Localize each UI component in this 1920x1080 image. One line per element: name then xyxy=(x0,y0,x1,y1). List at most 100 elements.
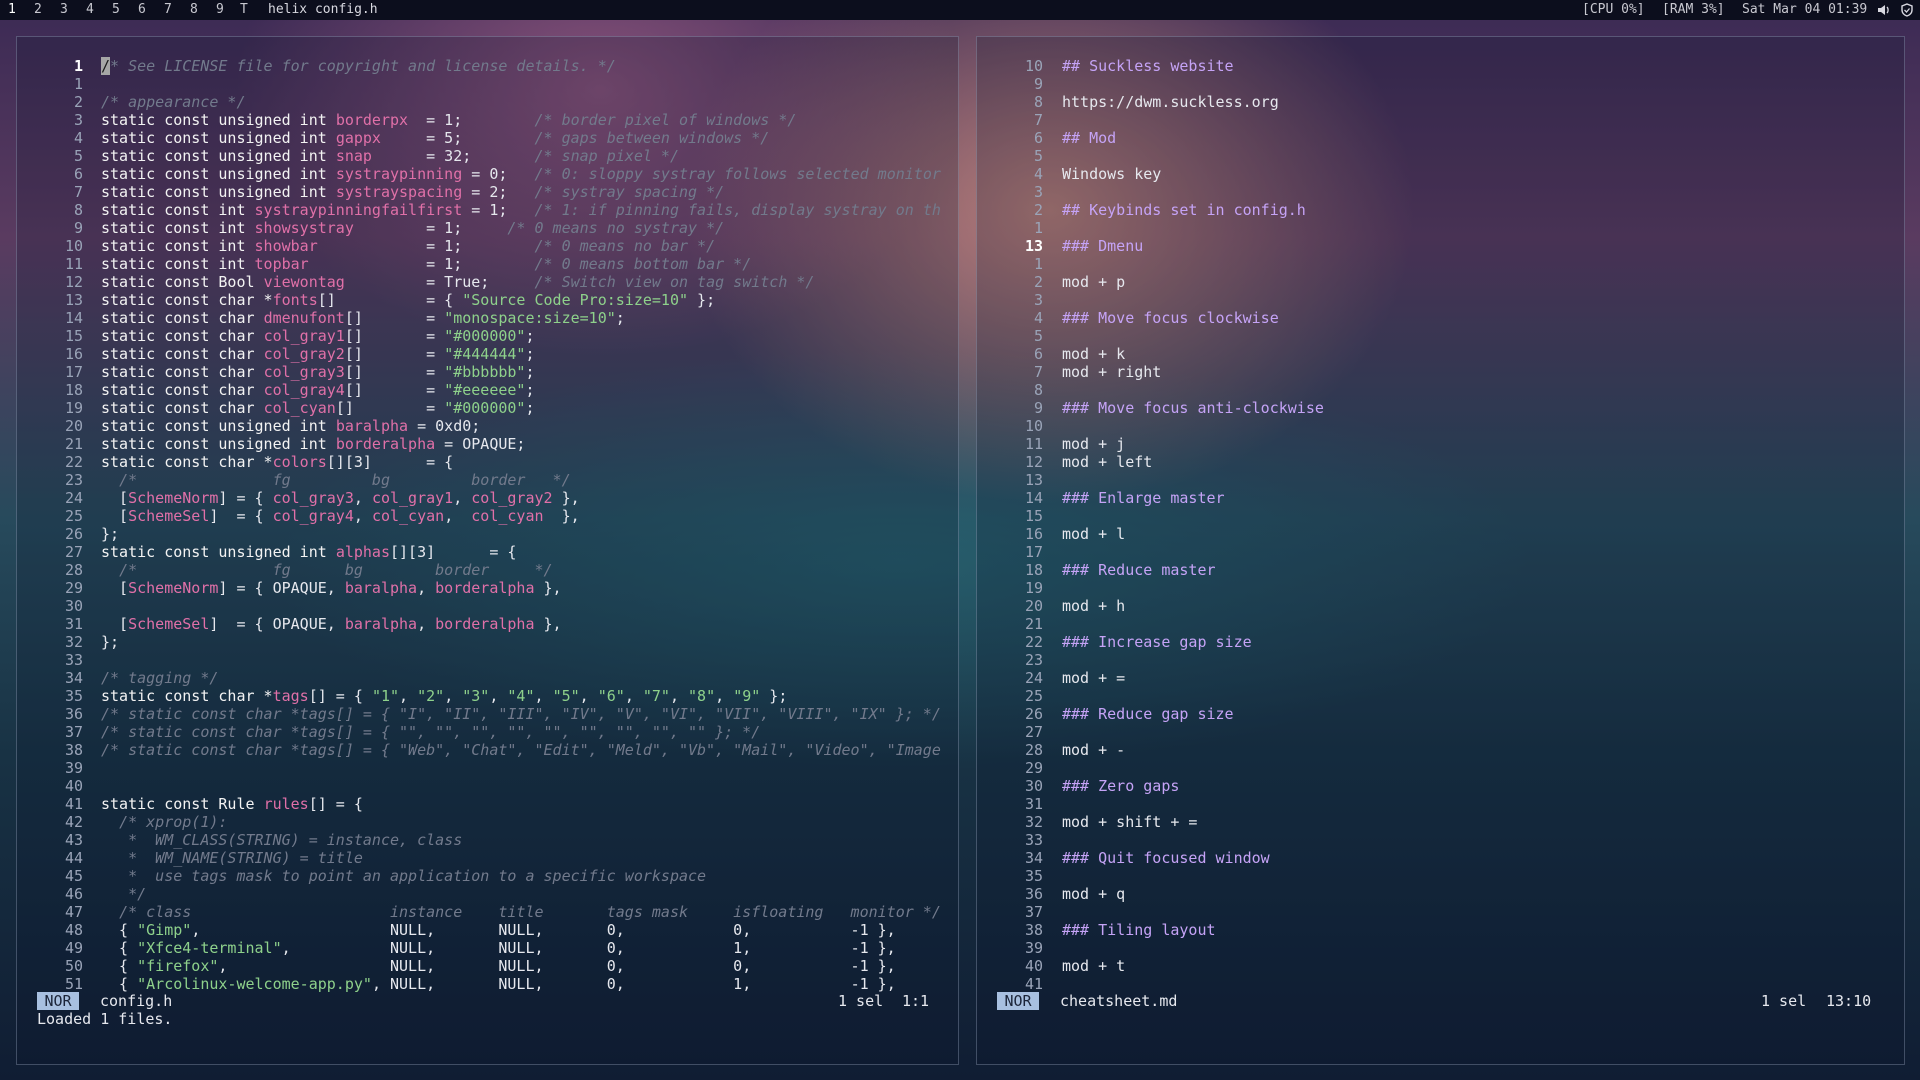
code-line[interactable]: 9 static const int showsystray = 1; /* 0 … xyxy=(17,219,958,237)
code-line[interactable]: 24 mod + = xyxy=(977,669,1904,687)
code-line[interactable]: 1 xyxy=(17,75,958,93)
layout-indicator[interactable]: T xyxy=(240,0,248,20)
shield-icon[interactable] xyxy=(1900,3,1914,17)
code-line[interactable]: 29 [SchemeNorm] = { OPAQUE, baralpha, bo… xyxy=(17,579,958,597)
code-line[interactable]: 1 xyxy=(977,219,1904,237)
code-line[interactable]: 33 xyxy=(977,831,1904,849)
code-line[interactable]: 38 /* static const char *tags[] = { "Web"… xyxy=(17,741,958,759)
code-line[interactable]: 38 ### Tiling layout xyxy=(977,921,1904,939)
code-line[interactable]: 4 Windows key xyxy=(977,165,1904,183)
code-line[interactable]: 14 ### Enlarge master xyxy=(977,489,1904,507)
code-line[interactable]: 40 mod + t xyxy=(977,957,1904,975)
code-line[interactable]: 34 ### Quit focused window xyxy=(977,849,1904,867)
code-line[interactable]: 4 static const unsigned int gappx = 5; /*… xyxy=(17,129,958,147)
code-line[interactable]: 18 ### Reduce master xyxy=(977,561,1904,579)
code-line[interactable]: 1 xyxy=(977,255,1904,273)
code-line[interactable]: 12 static const Bool viewontag = True; /*… xyxy=(17,273,958,291)
code-line[interactable]: 42 /* xprop(1): xyxy=(17,813,958,831)
code-line[interactable]: 3 xyxy=(977,291,1904,309)
workspace-tag-6[interactable]: 6 xyxy=(134,0,150,20)
code-line[interactable]: 34 /* tagging */ xyxy=(17,669,958,687)
code-line[interactable]: 46 */ xyxy=(17,885,958,903)
code-line[interactable]: 3 xyxy=(977,183,1904,201)
code-line[interactable]: 13 xyxy=(977,471,1904,489)
code-line[interactable]: 17 xyxy=(977,543,1904,561)
code-line[interactable]: 20 static const unsigned int baralpha = 0… xyxy=(17,417,958,435)
code-line[interactable]: 14 static const char dmenufont[] = "monos… xyxy=(17,309,958,327)
workspace-tag-2[interactable]: 2 xyxy=(30,0,46,20)
code-line[interactable]: 43 * WM_CLASS(STRING) = instance, class xyxy=(17,831,958,849)
code-line[interactable]: 51 { "Arcolinux-welcome-app.py", NULL, N… xyxy=(17,975,958,993)
code-line[interactable]: 21 static const unsigned int borderalpha … xyxy=(17,435,958,453)
code-line[interactable]: 6 static const unsigned int systraypinnin… xyxy=(17,165,958,183)
code-line[interactable]: 1 /* See LICENSE file for copyright and l… xyxy=(17,57,958,75)
code-line[interactable]: 4 ### Move focus clockwise xyxy=(977,309,1904,327)
code-line[interactable]: 49 { "Xfce4-terminal", NULL, NULL, 0, 1,… xyxy=(17,939,958,957)
code-line[interactable]: 25 [SchemeSel] = { col_gray4, col_cyan, … xyxy=(17,507,958,525)
editor-pane-cheatsheet[interactable]: 10 ## Suckless website 9 8 https://dwm.suckl… xyxy=(976,36,1905,1065)
code-line[interactable]: 7 mod + right xyxy=(977,363,1904,381)
code-line[interactable]: 23 /* fg bg border */ xyxy=(17,471,958,489)
code-line[interactable]: 36 /* static const char *tags[] = { "I", … xyxy=(17,705,958,723)
code-line[interactable]: 29 xyxy=(977,759,1904,777)
code-line[interactable]: 26}; xyxy=(17,525,958,543)
code-line[interactable]: 41 static const Rule rules[] = { xyxy=(17,795,958,813)
code-line[interactable]: 8 static const int systraypinningfailfirs… xyxy=(17,201,958,219)
code-line[interactable]: 18 static const char col_gray4[] = "#eeee… xyxy=(17,381,958,399)
code-line[interactable]: 11 static const int topbar = 1; /* 0 mean… xyxy=(17,255,958,273)
code-line[interactable]: 39 xyxy=(17,759,958,777)
code-line[interactable]: 16 static const char col_gray2[] = "#4444… xyxy=(17,345,958,363)
code-line[interactable]: 10 ## Suckless website xyxy=(977,57,1904,75)
code-line[interactable]: 32 mod + shift + = xyxy=(977,813,1904,831)
code-line[interactable]: 10 static const int showbar = 1; /* 0 mea… xyxy=(17,237,958,255)
workspace-tag-5[interactable]: 5 xyxy=(108,0,124,20)
code-line[interactable]: 8 https://dwm.suckless.org xyxy=(977,93,1904,111)
code-line[interactable]: 9 xyxy=(977,75,1904,93)
code-line[interactable]: 25 xyxy=(977,687,1904,705)
code-line[interactable]: 24 [SchemeNorm] = { col_gray3, col_gray1… xyxy=(17,489,958,507)
code-line[interactable]: 37 /* static const char *tags[] = { "", "… xyxy=(17,723,958,741)
code-line[interactable]: 28 mod + - xyxy=(977,741,1904,759)
code-line[interactable]: 11 mod + j xyxy=(977,435,1904,453)
code-line[interactable]: 41 xyxy=(977,975,1904,993)
code-line[interactable]: 2 ## Keybinds set in config.h xyxy=(977,201,1904,219)
workspace-tag-8[interactable]: 8 xyxy=(186,0,202,20)
code-line[interactable]: 13 ### Dmenu xyxy=(977,237,1904,255)
code-line[interactable]: 32}; xyxy=(17,633,958,651)
workspace-tag-7[interactable]: 7 xyxy=(160,0,176,20)
code-line[interactable]: 9 ### Move focus anti-clockwise xyxy=(977,399,1904,417)
code-line[interactable]: 35 xyxy=(977,867,1904,885)
code-line[interactable]: 28 /* fg bg border */ xyxy=(17,561,958,579)
workspace-tag-4[interactable]: 4 xyxy=(82,0,98,20)
code-line[interactable]: 16 mod + l xyxy=(977,525,1904,543)
code-line[interactable]: 27 xyxy=(977,723,1904,741)
code-line[interactable]: 7 static const unsigned int systrayspacin… xyxy=(17,183,958,201)
code-line[interactable]: 33 xyxy=(17,651,958,669)
code-line[interactable]: 50 { "firefox", NULL, NULL, 0, 0, -1 }, xyxy=(17,957,958,975)
code-line[interactable]: 12 mod + left xyxy=(977,453,1904,471)
code-line[interactable]: 35 static const char *tags[] = { "1", "2"… xyxy=(17,687,958,705)
workspace-tag-3[interactable]: 3 xyxy=(56,0,72,20)
code-line[interactable]: 47 /* class instance title tags mask isf… xyxy=(17,903,958,921)
code-line[interactable]: 15 static const char col_gray1[] = "#0000… xyxy=(17,327,958,345)
code-line[interactable]: 5 xyxy=(977,327,1904,345)
code-line[interactable]: 19 static const char col_cyan[] = "#00000… xyxy=(17,399,958,417)
code-line[interactable]: 10 xyxy=(977,417,1904,435)
code-line[interactable]: 15 xyxy=(977,507,1904,525)
code-line[interactable]: 36 mod + q xyxy=(977,885,1904,903)
workspace-tag-9[interactable]: 9 xyxy=(212,0,228,20)
code-view[interactable]: 10 ## Suckless website 9 8 https://dwm.suckl… xyxy=(977,57,1904,993)
code-line[interactable]: 6 ## Mod xyxy=(977,129,1904,147)
code-line[interactable]: 5 xyxy=(977,147,1904,165)
code-line[interactable]: 13 static const char *fonts[] = { "Source… xyxy=(17,291,958,309)
code-view[interactable]: 1 /* See LICENSE file for copyright and l… xyxy=(17,57,958,993)
code-line[interactable]: 22 static const char *colors[][3] = { xyxy=(17,453,958,471)
code-line[interactable]: 6 mod + k xyxy=(977,345,1904,363)
code-line[interactable]: 17 static const char col_gray3[] = "#bbbb… xyxy=(17,363,958,381)
code-line[interactable]: 30 xyxy=(17,597,958,615)
code-line[interactable]: 23 xyxy=(977,651,1904,669)
code-line[interactable]: 19 xyxy=(977,579,1904,597)
code-line[interactable]: 27 static const unsigned int alphas[][3] … xyxy=(17,543,958,561)
code-line[interactable]: 3 static const unsigned int borderpx = 1;… xyxy=(17,111,958,129)
code-line[interactable]: 31 [SchemeSel] = { OPAQUE, baralpha, bor… xyxy=(17,615,958,633)
